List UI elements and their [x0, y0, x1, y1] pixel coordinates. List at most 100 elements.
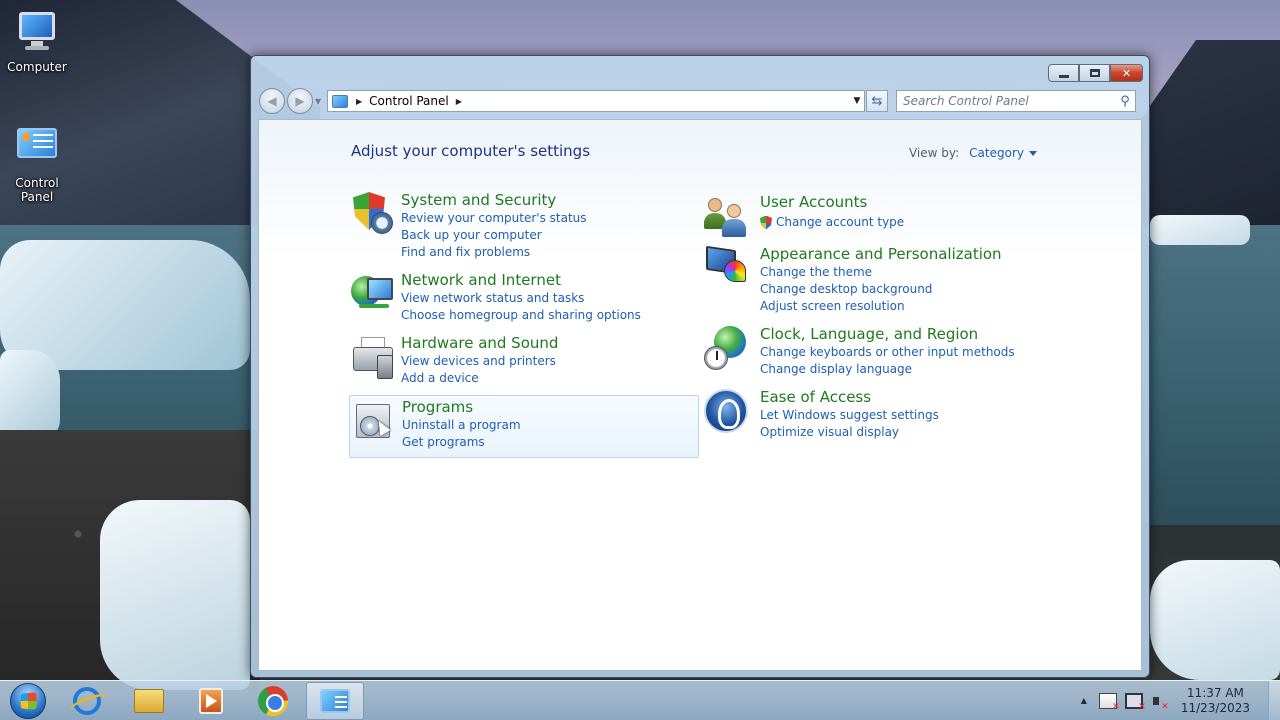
- desktop-icon-control-panel[interactable]: Control Panel: [0, 124, 74, 204]
- chevron-up-icon: ▲: [1080, 696, 1087, 705]
- back-button[interactable]: ◀: [259, 88, 285, 114]
- maximize-icon: [1089, 69, 1100, 77]
- internet-explorer-icon: [73, 686, 101, 715]
- taskbar-windows-explorer[interactable]: [120, 682, 178, 720]
- category-system-and-security: System and Security Review your computer…: [349, 190, 699, 261]
- category-heading[interactable]: User Accounts: [760, 192, 904, 212]
- control-panel-icon: [320, 688, 350, 713]
- taskbar-control-panel[interactable]: [306, 681, 364, 720]
- link-change-background[interactable]: Change desktop background: [760, 281, 1002, 298]
- taskbar-chrome[interactable]: [244, 682, 302, 720]
- link-screen-resolution[interactable]: Adjust screen resolution: [760, 298, 1002, 315]
- network-globe-icon: [349, 270, 401, 322]
- link-add-device[interactable]: Add a device: [401, 370, 558, 387]
- link-get-programs[interactable]: Get programs: [402, 434, 521, 451]
- ease-of-access-icon: [702, 387, 760, 439]
- link-change-theme[interactable]: Change the theme: [760, 264, 1002, 281]
- link-back-up[interactable]: Back up your computer: [401, 227, 587, 244]
- appearance-icon: [702, 244, 760, 296]
- uac-shield-icon: [760, 215, 772, 230]
- link-change-account-type[interactable]: Change account type: [760, 214, 904, 231]
- maximize-button[interactable]: [1079, 64, 1110, 82]
- chevron-down-icon: ▼: [853, 96, 861, 106]
- desktop-icon-computer[interactable]: Computer: [0, 8, 74, 74]
- category-heading[interactable]: Hardware and Sound: [401, 333, 558, 353]
- category-heading[interactable]: Network and Internet: [401, 270, 641, 290]
- link-display-language[interactable]: Change display language: [760, 361, 1015, 378]
- breadcrumb-control-panel[interactable]: Control Panel: [369, 94, 449, 108]
- programs-icon: [350, 396, 402, 448]
- link-review-status[interactable]: Review your computer's status: [401, 210, 587, 227]
- link-label: Change account type: [776, 215, 905, 229]
- category-appearance-and-personalization: Appearance and Personalization Change th…: [702, 244, 1062, 315]
- category-ease-of-access: Ease of Access Let Windows suggest setti…: [702, 387, 1062, 441]
- link-change-keyboards[interactable]: Change keyboards or other input methods: [760, 344, 1015, 361]
- link-uninstall-program[interactable]: Uninstall a program: [402, 417, 521, 434]
- breadcrumb-separator-icon[interactable]: ▶: [356, 97, 362, 106]
- view-by-dropdown[interactable]: Category: [969, 146, 1037, 160]
- show-desktop-button[interactable]: [1268, 680, 1280, 720]
- recent-pages-dropdown[interactable]: ▼: [315, 97, 325, 106]
- address-dropdown-button[interactable]: ▼: [850, 96, 864, 106]
- show-hidden-icons-button[interactable]: ▲: [1077, 696, 1091, 705]
- search-icon[interactable]: ⚲: [1115, 94, 1135, 109]
- forward-button[interactable]: ▶: [287, 88, 313, 114]
- back-arrow-icon: ◀: [267, 94, 277, 108]
- user-accounts-icon: [702, 192, 760, 244]
- category-hardware-and-sound: Hardware and Sound View devices and prin…: [349, 333, 699, 387]
- search-input[interactable]: [903, 94, 1115, 108]
- chrome-icon: [258, 685, 288, 716]
- close-icon: ✕: [1121, 66, 1132, 80]
- volume-muted-icon[interactable]: [1151, 693, 1169, 712]
- minimize-icon: [1058, 74, 1069, 78]
- desktop-icon-label: Control Panel: [15, 176, 59, 204]
- refresh-icon: ⇆: [871, 93, 883, 109]
- start-button[interactable]: [6, 681, 50, 720]
- chevron-down-icon: ▼: [315, 96, 322, 106]
- link-devices-printers[interactable]: View devices and printers: [401, 353, 558, 370]
- clock-date: 11/23/2023: [1180, 700, 1250, 715]
- link-suggest-settings[interactable]: Let Windows suggest settings: [760, 407, 939, 424]
- desktop-icon-label: Computer: [7, 60, 67, 74]
- control-panel-content: Adjust your computer's settings View by:…: [258, 119, 1142, 671]
- category-programs[interactable]: Programs Uninstall a program Get program…: [349, 395, 699, 458]
- category-heading[interactable]: Appearance and Personalization: [760, 244, 1002, 264]
- control-panel-icon: [13, 124, 61, 172]
- category-user-accounts: User Accounts Change account type: [702, 192, 1062, 244]
- action-center-flag-icon[interactable]: [1098, 692, 1120, 712]
- category-network-and-internet: Network and Internet View network status…: [349, 270, 699, 324]
- breadcrumb-separator-icon[interactable]: ▶: [456, 97, 462, 106]
- navigation-bar: ◀ ▶ ▼ ▶ Control Panel ▶ ▼ ⇆ ⚲: [259, 88, 1141, 114]
- clock-globe-icon: [702, 324, 760, 376]
- category-clock-language-region: Clock, Language, and Region Change keybo…: [702, 324, 1062, 378]
- close-button[interactable]: ✕: [1110, 64, 1143, 82]
- link-homegroup[interactable]: Choose homegroup and sharing options: [401, 307, 641, 324]
- taskbar-internet-explorer[interactable]: [58, 682, 116, 720]
- search-box[interactable]: ⚲: [896, 90, 1136, 112]
- link-network-status[interactable]: View network status and tasks: [401, 290, 641, 307]
- system-tray: ▲ 11:37 AM 11/23/2023: [1077, 681, 1268, 720]
- minimize-button[interactable]: [1048, 64, 1079, 82]
- security-shield-icon: [349, 190, 401, 242]
- clock-time: 11:37 AM: [1186, 685, 1244, 700]
- taskbar: ▲ 11:37 AM 11/23/2023: [0, 680, 1280, 720]
- control-panel-icon: [332, 94, 348, 108]
- media-player-icon: [199, 687, 223, 714]
- page-title: Adjust your computer's settings: [351, 142, 591, 160]
- refresh-button[interactable]: ⇆: [866, 90, 888, 112]
- category-heading[interactable]: Clock, Language, and Region: [760, 324, 1015, 344]
- category-heading[interactable]: System and Security: [401, 190, 587, 210]
- control-panel-window: ✕ ◀ ▶ ▼ ▶ Control Panel ▶ ▼ ⇆ ⚲ Adjust y…: [250, 55, 1150, 678]
- category-heading[interactable]: Programs: [402, 397, 521, 417]
- forward-arrow-icon: ▶: [295, 94, 305, 108]
- view-by-label: View by:: [908, 146, 960, 160]
- taskbar-clock[interactable]: 11:37 AM 11/23/2023: [1181, 686, 1250, 716]
- link-find-fix[interactable]: Find and fix problems: [401, 244, 587, 261]
- view-by: View by: Category: [909, 146, 1037, 160]
- link-optimize-display[interactable]: Optimize visual display: [760, 424, 939, 441]
- address-bar[interactable]: ▶ Control Panel ▶ ▼: [327, 90, 865, 112]
- taskbar-media-player[interactable]: [182, 682, 240, 720]
- category-heading[interactable]: Ease of Access: [760, 387, 939, 407]
- windows-logo-icon: [10, 682, 46, 719]
- network-disconnected-icon[interactable]: [1124, 692, 1146, 712]
